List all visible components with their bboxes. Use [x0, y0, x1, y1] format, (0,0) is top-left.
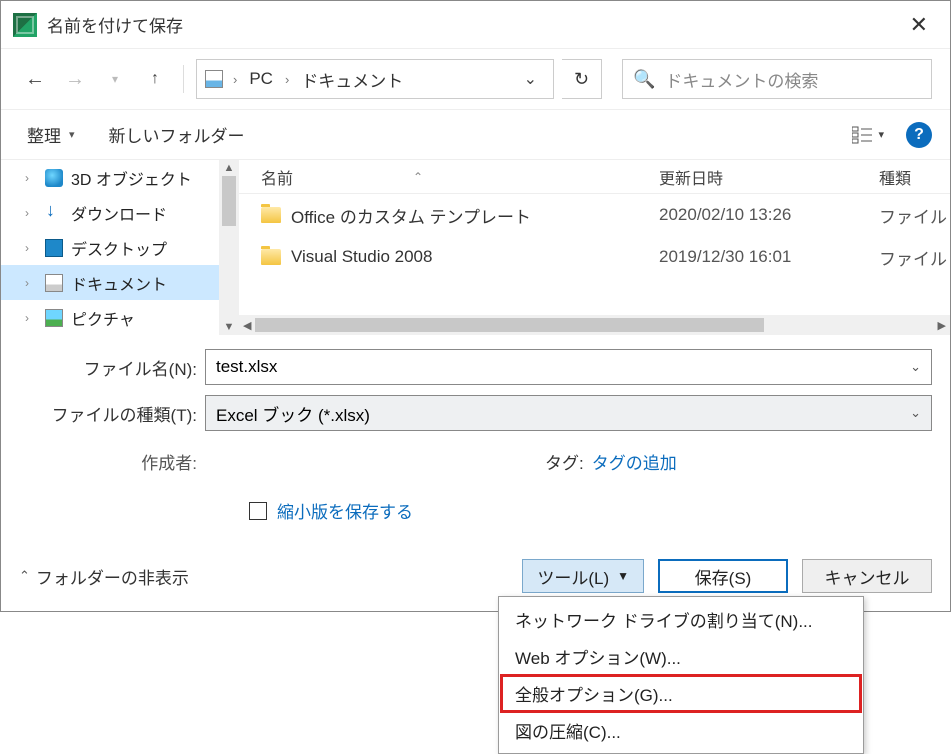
filetype-label: ファイルの種類(T): — [19, 401, 205, 426]
file-name: Office のカスタム テンプレート — [291, 203, 531, 228]
chevron-right-icon[interactable]: › — [229, 72, 241, 87]
filename-input[interactable]: test.xlsx ⌄ — [205, 349, 932, 385]
scroll-left-icon[interactable]: ◀ — [239, 319, 255, 332]
body: ›3D オブジェクト ›ダウンロード ›デスクトップ ›ドキュメント ›ピクチャ… — [1, 160, 950, 335]
chevron-right-icon[interactable]: › — [281, 72, 293, 87]
tree-label: ピクチャ — [71, 306, 135, 330]
author-label: 作成者: — [19, 449, 205, 474]
tree-label: ダウンロード — [71, 201, 167, 225]
tools-button[interactable]: ツール(L) ▼ — [522, 559, 644, 593]
separator — [183, 65, 184, 93]
filetype-select[interactable]: Excel ブック (*.xlsx) ⌄ — [205, 395, 932, 431]
excel-icon — [13, 13, 37, 37]
tree-item-downloads[interactable]: ›ダウンロード — [1, 195, 239, 230]
view-mode-button[interactable]: ▾ — [846, 122, 890, 148]
dropdown-icon[interactable]: ⌄ — [910, 359, 921, 375]
filetype-value: Excel ブック (*.xlsx) — [216, 401, 370, 426]
tree-item-3d-objects[interactable]: ›3D オブジェクト — [1, 160, 239, 195]
up-button[interactable]: ↑ — [139, 63, 171, 95]
sort-indicator-icon: ⌃ — [413, 170, 423, 184]
form-area: ファイル名(N): test.xlsx ⌄ ファイルの種類(T): Excel … — [1, 335, 950, 535]
tree-label: デスクトップ — [71, 236, 167, 260]
address-dropdown[interactable]: ⌄ — [516, 65, 545, 93]
dropdown-icon[interactable]: ⌄ — [910, 405, 921, 421]
organize-button[interactable]: 整理 — [19, 116, 83, 153]
list-item[interactable]: Office のカスタム テンプレート 2020/02/10 13:26 ファイ… — [239, 194, 950, 236]
folder-tree: ›3D オブジェクト ›ダウンロード ›デスクトップ ›ドキュメント ›ピクチャ… — [1, 160, 239, 335]
breadcrumb-documents[interactable]: ドキュメント — [299, 65, 405, 94]
list-item[interactable]: Visual Studio 2008 2019/12/30 16:01 ファイル — [239, 236, 950, 278]
scroll-right-icon[interactable]: ▶ — [934, 319, 950, 332]
filename-value: test.xlsx — [216, 357, 277, 377]
toolbar: 整理 新しいフォルダー ▾ ? — [1, 109, 950, 160]
file-date: 2020/02/10 13:26 — [659, 205, 879, 225]
list-h-scrollbar[interactable]: ◀ ▶ — [239, 315, 950, 335]
add-tag-link[interactable]: タグの追加 — [592, 449, 677, 474]
file-type: ファイル — [879, 245, 950, 270]
pictures-icon — [45, 309, 63, 327]
breadcrumb-pc[interactable]: PC — [247, 67, 275, 91]
location-icon — [205, 70, 223, 88]
help-button[interactable]: ? — [906, 122, 932, 148]
tree-item-documents[interactable]: ›ドキュメント — [1, 265, 239, 300]
chevron-up-icon: ⌃ — [19, 568, 30, 584]
save-button[interactable]: 保存(S) — [658, 559, 788, 593]
tree-item-pictures[interactable]: ›ピクチャ — [1, 300, 239, 335]
menu-item-map-drive[interactable]: ネットワーク ドライブの割り当て(N)... — [501, 601, 861, 638]
tag-label: タグ: — [545, 449, 584, 474]
tree-scrollbar[interactable]: ▲ ▼ — [219, 160, 239, 335]
forward-button[interactable]: → — [59, 63, 91, 95]
folder-icon — [261, 249, 281, 265]
search-input[interactable]: 🔍 ドキュメントの検索 — [622, 59, 932, 99]
recent-dropdown[interactable]: ▾ — [99, 63, 131, 95]
list-header: 名前⌃ 更新日時 種類 — [239, 160, 950, 194]
dropdown-icon: ▼ — [617, 569, 629, 583]
thumbnail-checkbox[interactable] — [249, 502, 267, 520]
search-icon: 🔍 — [633, 69, 655, 90]
downloads-icon — [45, 204, 63, 222]
tools-menu: ネットワーク ドライブの割り当て(N)... Web オプション(W)... 全… — [498, 596, 864, 754]
menu-item-compress-pictures[interactable]: 図の圧縮(C)... — [501, 712, 861, 749]
menu-item-general-options[interactable]: 全般オプション(G)... — [501, 675, 861, 712]
filename-label: ファイル名(N): — [19, 355, 205, 380]
close-button[interactable]: ✕ — [900, 8, 938, 42]
cancel-button[interactable]: キャンセル — [802, 559, 932, 593]
folder-icon — [261, 207, 281, 223]
scroll-up-icon[interactable]: ▲ — [222, 160, 237, 176]
address-bar[interactable]: › PC › ドキュメント ⌄ — [196, 59, 554, 99]
save-as-dialog: 名前を付けて保存 ✕ ← → ▾ ↑ › PC › ドキュメント ⌄ ↻ 🔍 ド… — [0, 0, 951, 612]
3d-objects-icon — [45, 169, 63, 187]
file-list: 名前⌃ 更新日時 種類 Office のカスタム テンプレート 2020/02/… — [239, 160, 950, 335]
scroll-thumb[interactable] — [255, 318, 764, 332]
nav-bar: ← → ▾ ↑ › PC › ドキュメント ⌄ ↻ 🔍 ドキュメントの検索 — [1, 49, 950, 109]
tree-label: 3D オブジェクト — [71, 166, 192, 190]
refresh-button[interactable]: ↻ — [562, 59, 602, 99]
file-name: Visual Studio 2008 — [291, 247, 432, 267]
menu-item-web-options[interactable]: Web オプション(W)... — [501, 638, 861, 675]
desktop-icon — [45, 239, 63, 257]
dialog-title: 名前を付けて保存 — [47, 12, 183, 37]
back-button[interactable]: ← — [19, 63, 51, 95]
hide-folders-toggle[interactable]: ⌃ フォルダーの非表示 — [19, 564, 189, 589]
file-date: 2019/12/30 16:01 — [659, 247, 879, 267]
thumbnail-label[interactable]: 縮小版を保存する — [277, 498, 413, 523]
column-date[interactable]: 更新日時 — [659, 165, 879, 189]
new-folder-button[interactable]: 新しいフォルダー — [101, 116, 253, 153]
column-type[interactable]: 種類 — [879, 165, 950, 189]
tree-label: ドキュメント — [71, 271, 167, 295]
tree-item-desktop[interactable]: ›デスクトップ — [1, 230, 239, 265]
search-placeholder: ドキュメントの検索 — [665, 67, 818, 92]
documents-icon — [45, 274, 63, 292]
scroll-down-icon[interactable]: ▼ — [222, 319, 237, 335]
titlebar: 名前を付けて保存 ✕ — [1, 1, 950, 49]
file-type: ファイル — [879, 203, 950, 228]
scroll-thumb[interactable] — [222, 176, 236, 226]
column-name[interactable]: 名前⌃ — [239, 165, 659, 189]
